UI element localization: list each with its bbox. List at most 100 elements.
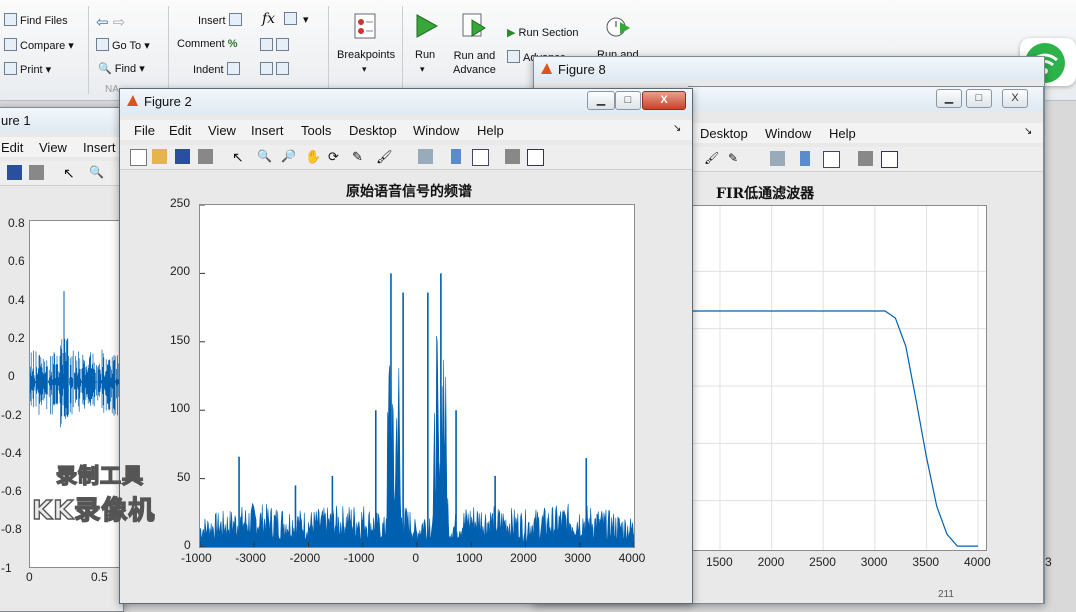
run-icon[interactable]: [412, 12, 440, 40]
spectrum-plot: [199, 204, 635, 548]
menu-window[interactable]: Window: [765, 126, 811, 141]
back-forward-arrows[interactable]: ⇦ ⇨: [96, 13, 125, 31]
menu-window[interactable]: Window: [413, 123, 459, 138]
menu-tools[interactable]: Tools: [301, 123, 331, 138]
breakpoints-button[interactable]: Breakpoints: [337, 49, 395, 61]
insert-function-button[interactable]: ▾: [284, 12, 309, 26]
zoom-in-icon[interactable]: 🔍: [89, 165, 104, 180]
figure-2-xtick-5: 1000: [455, 551, 483, 565]
comment-button[interactable]: Comment %: [177, 38, 238, 50]
menu-view[interactable]: View: [208, 123, 236, 138]
indent-buttons[interactable]: [260, 62, 292, 76]
figure-2-window[interactable]: Figure 2 ▁ □ X File Edit View Insert Too…: [119, 88, 693, 604]
figure-2-ytick-1: 50: [177, 469, 191, 484]
pointer-icon[interactable]: ↖: [63, 165, 78, 181]
link-plot-icon[interactable]: [418, 149, 433, 164]
menu-dock-arrow[interactable]: ↘: [673, 123, 681, 134]
legend-icon[interactable]: [823, 151, 840, 168]
menu-help[interactable]: Help: [477, 123, 504, 138]
data-cursor-icon[interactable]: ✎: [728, 151, 743, 166]
colorbar-icon[interactable]: [800, 151, 810, 166]
figure-8-body: ▁ □ X Desktop Window Help ↘ 🖌 ✎ FIR低通滤波器…: [688, 86, 1052, 604]
figure-2-ytick-3: 150: [170, 332, 191, 347]
menu-edit[interactable]: Edit: [1, 140, 23, 155]
figure-1-window[interactable]: ure 1 Edit View Insert ↖ 🔍 0.8 0.6 0.4 0.2 0…: [0, 107, 127, 612]
open-file-icon[interactable]: [152, 149, 167, 164]
save-icon[interactable]: [7, 165, 22, 180]
find-files-button[interactable]: Find Files: [4, 13, 68, 27]
figure-8-close-button[interactable]: X: [1002, 89, 1028, 108]
fir-response-plot: [688, 206, 986, 550]
signal-line: [29, 338, 127, 428]
run-dropdown[interactable]: ▾: [420, 64, 425, 75]
figure-2-ytick-4: 200: [170, 264, 191, 279]
figure-2-close-button[interactable]: X: [642, 91, 686, 110]
figure-2-minimize-button[interactable]: ▁: [587, 91, 615, 110]
figure-8-xtick-3: 3000: [860, 555, 888, 569]
spectrum-series: [199, 273, 635, 548]
pan-icon[interactable]: ✋: [305, 149, 321, 164]
show-tools-icon[interactable]: [881, 151, 898, 168]
breakpoints-icon[interactable]: [352, 12, 380, 40]
brush-icon[interactable]: 🖌: [376, 149, 393, 164]
compare-button[interactable]: Compare ▾: [4, 38, 74, 52]
run-button[interactable]: Run: [415, 49, 435, 61]
print-button[interactable]: Print ▾: [4, 62, 51, 76]
insert-button[interactable]: Insert: [198, 13, 245, 27]
menu-file[interactable]: File: [134, 123, 155, 138]
hide-tools-icon[interactable]: [858, 151, 873, 166]
figure-1-title: ure 1: [1, 113, 31, 128]
run-and-advance-icon[interactable]: [460, 12, 488, 40]
hide-tools-icon[interactable]: [505, 149, 520, 164]
save-icon[interactable]: [175, 149, 190, 164]
figure-8-maximize-button[interactable]: □: [966, 89, 992, 108]
brush-icon[interactable]: 🖌: [704, 151, 719, 166]
uncomment-buttons[interactable]: [260, 38, 292, 52]
legend-icon[interactable]: [472, 149, 489, 166]
forward-arrow-icon[interactable]: ⇨: [113, 14, 126, 31]
rotate-icon[interactable]: ⟳: [328, 149, 343, 164]
run-and-advance-button[interactable]: Run and Advance: [453, 49, 496, 77]
figure-2-xtick-8: 4000: [618, 551, 646, 565]
figure-1-toolbar: ↖ 🔍: [0, 161, 123, 186]
figure-2-maximize-button[interactable]: □: [615, 91, 641, 110]
menu-desktop[interactable]: Desktop: [349, 123, 397, 138]
breakpoints-dropdown[interactable]: ▾: [362, 64, 367, 75]
menu-insert[interactable]: Insert: [251, 123, 284, 138]
data-cursor-icon[interactable]: ✎: [352, 149, 367, 164]
figure-2-menubar: File Edit View Insert Tools Desktop Wind…: [120, 120, 692, 140]
fx-button[interactable]: fx: [262, 11, 275, 27]
zoom-in-icon[interactable]: 🔍: [257, 149, 272, 164]
menu-dock-arrow[interactable]: ↘: [1024, 126, 1032, 137]
compare-icon: [4, 38, 17, 51]
figure-8-title: Figure 8: [558, 62, 606, 77]
figure-2-xtick-6: 2000: [510, 551, 537, 565]
figure-1-ytick-6: -0.4: [1, 445, 22, 460]
run-and-time-icon[interactable]: [604, 12, 632, 40]
show-tools-icon[interactable]: [527, 149, 544, 166]
navigate-group-label: NA: [105, 84, 119, 95]
colorbar-icon[interactable]: [451, 149, 461, 164]
link-plot-icon[interactable]: [770, 151, 785, 166]
indent-button[interactable]: Indent: [193, 62, 243, 76]
figure-2-xtick-0: -1000: [181, 551, 212, 565]
pointer-icon[interactable]: ↖: [232, 149, 247, 165]
back-arrow-icon[interactable]: ⇦: [96, 14, 109, 31]
menu-desktop[interactable]: Desktop: [700, 126, 748, 141]
print-icon[interactable]: [29, 165, 44, 180]
run-section-button[interactable]: ▶ Run Section: [507, 26, 578, 39]
find-button[interactable]: 🔍 Find ▾: [98, 62, 145, 75]
print-icon[interactable]: [198, 149, 213, 164]
increase-indent-icon: [260, 62, 273, 75]
figure-1-ytick-9: -1: [1, 560, 12, 575]
new-figure-icon[interactable]: [130, 149, 147, 166]
menu-insert[interactable]: Insert: [83, 140, 116, 155]
menu-help[interactable]: Help: [829, 126, 856, 141]
figure-8-minimize-button[interactable]: ▁: [936, 89, 962, 108]
menu-view[interactable]: View: [39, 140, 67, 155]
zoom-out-icon[interactable]: 🔎: [281, 149, 296, 164]
go-to-button[interactable]: Go To ▾: [96, 38, 150, 52]
spectrum-line: [199, 335, 635, 548]
menu-edit[interactable]: Edit: [169, 123, 191, 138]
figure-8-plot-title: FIR低通滤波器: [716, 186, 815, 202]
